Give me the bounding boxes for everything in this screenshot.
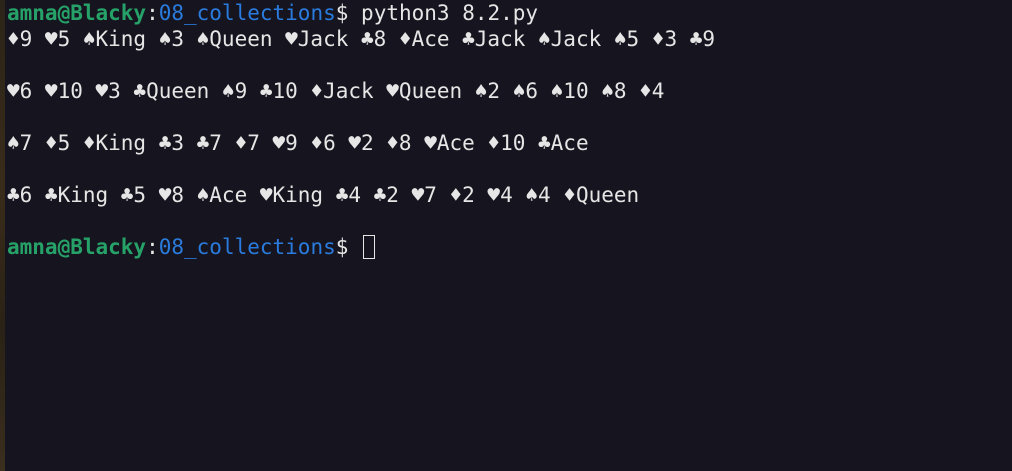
prompt-symbol: $ [335, 235, 362, 259]
prompt-path: 08_collections [158, 1, 336, 25]
terminal-window[interactable]: amna@Blacky:08_collections$ python3 8.2.… [5, 0, 1012, 471]
prompt-user-host: amna@Blacky [7, 235, 147, 259]
prompt-colon: : [146, 1, 159, 25]
prompt-user-host: amna@Blacky [7, 1, 147, 25]
command-text: python3 8.2.py [361, 1, 539, 25]
command-line: amna@Blacky:08_collections$ python3 8.2.… [5, 0, 1012, 26]
active-prompt-line[interactable]: amna@Blacky:08_collections$ [5, 234, 1012, 260]
output-line: ♥6 ♥10 ♥3 ♣Queen ♠9 ♣10 ♦Jack ♥Queen ♠2 … [7, 79, 665, 103]
output-line: ♦9 ♥5 ♠King ♠3 ♠Queen ♥Jack ♣8 ♦Ace ♣Jac… [7, 27, 716, 51]
text-cursor[interactable] [363, 235, 376, 259]
output-line: ♠7 ♦5 ♦King ♣3 ♣7 ♦7 ♥9 ♦6 ♥2 ♦8 ♥Ace ♦1… [7, 131, 589, 155]
prompt-path: 08_collections [158, 235, 336, 259]
prompt-colon: : [146, 235, 159, 259]
output-line: ♣6 ♣King ♣5 ♥8 ♠Ace ♥King ♣4 ♣2 ♥7 ♦2 ♥4… [7, 183, 640, 207]
prompt-symbol: $ [335, 1, 362, 25]
